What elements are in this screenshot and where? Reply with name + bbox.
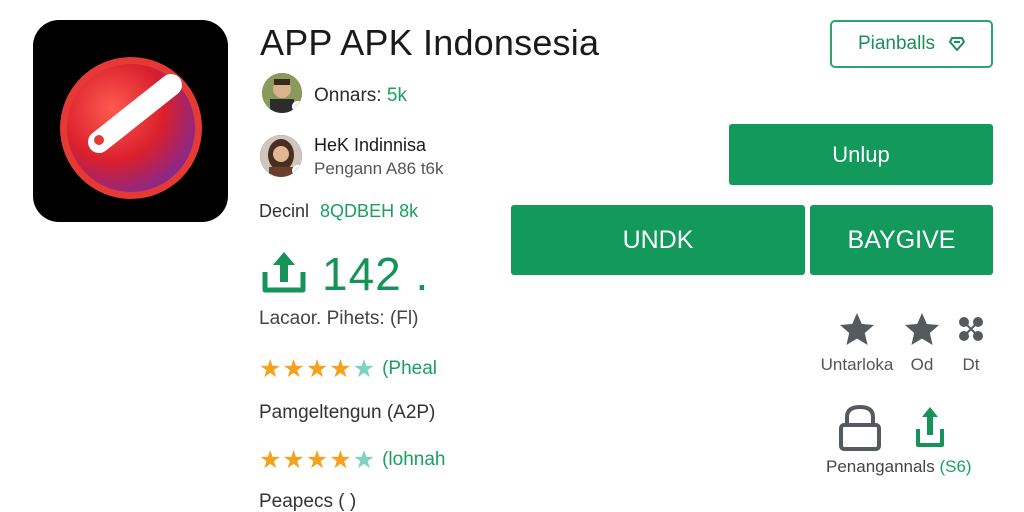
owner-label: Onnars: — [314, 85, 382, 106]
share-icon — [959, 317, 983, 341]
rating-stars: ★ ★ ★ ★ ★ (lohnah — [259, 447, 446, 473]
baygive-button[interactable]: BAYGIVE — [810, 205, 993, 275]
action-label: Dt — [962, 355, 980, 374]
star-icon — [840, 313, 874, 345]
owner-value: 5k — [386, 85, 407, 106]
star-icon: ★ — [259, 355, 282, 383]
app-title: APP APK Indonsesia — [260, 22, 600, 63]
star-icon: ★ — [352, 446, 376, 474]
share-icon[interactable] — [916, 407, 944, 447]
rating-stars: ★ ★ ★ ★ ★ (Pheal — [259, 356, 437, 382]
meta-line-1: Pamgeltengun (A2P) — [259, 402, 436, 423]
bottom-label-value: (S6) — [939, 457, 972, 476]
decimal-row: Decinl 8QDBEH 8k — [259, 201, 418, 222]
action-dt[interactable]: Dt — [950, 311, 992, 375]
decimal-label: Decinl — [259, 201, 310, 221]
star-icon: ★ — [305, 446, 329, 474]
meta-line-2: Peapecs ( ) — [259, 491, 357, 512]
bottom-icons — [839, 405, 944, 451]
undk-button[interactable]: UNDK — [511, 205, 805, 275]
download-count: 142 . — [322, 248, 430, 300]
action-od[interactable]: Od — [898, 311, 946, 375]
developer-subtitle: Pengann A86 t6k — [314, 159, 444, 178]
star-icon: ★ — [282, 355, 305, 383]
star-icon — [905, 313, 939, 345]
bottom-label-text: Penangannals — [826, 457, 935, 476]
owner-row: Onnars: 5k — [314, 85, 407, 107]
rating-label: (Pheal — [382, 358, 438, 379]
pianballs-label: Pianballs — [857, 33, 936, 54]
action-label: Untarloka — [820, 355, 894, 374]
download-icon — [262, 252, 306, 293]
bottom-label: Penangannals (S6) — [826, 457, 972, 477]
unlup-button[interactable]: Unlup — [729, 124, 993, 185]
star-icon: ★ — [282, 446, 305, 474]
diamond-icon — [949, 37, 966, 51]
star-icon: ★ — [352, 355, 376, 383]
action-label: Od — [910, 355, 934, 374]
developer-name[interactable]: HeK Indinnisa — [314, 135, 426, 156]
star-icon: ★ — [329, 355, 352, 383]
avatar[interactable] — [262, 73, 302, 113]
star-icon: ★ — [305, 355, 329, 383]
action-untarloka[interactable]: Untarloka — [812, 311, 902, 375]
developer-avatar[interactable] — [260, 135, 302, 177]
download-count-label: Lacaor. Pihets: (Fl) — [259, 308, 419, 329]
app-logo-icon — [33, 20, 228, 222]
decimal-value: 8QDBEH 8k — [320, 201, 419, 221]
star-icon: ★ — [259, 446, 282, 474]
lock-icon[interactable] — [839, 405, 881, 451]
pianballs-button[interactable]: Pianballs — [830, 20, 993, 68]
star-icon: ★ — [329, 446, 352, 474]
rating-label: (lohnah — [382, 449, 446, 470]
